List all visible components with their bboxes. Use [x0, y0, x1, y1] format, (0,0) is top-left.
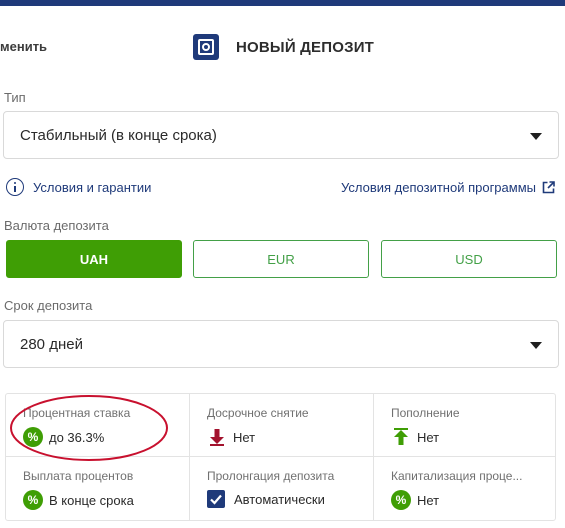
currency-button-usd[interactable]: USD	[381, 240, 557, 278]
detail-label: Досрочное снятие	[207, 406, 309, 420]
detail-label: Пролонгация депозита	[207, 469, 335, 483]
conditions-link[interactable]: Условия и гарантии	[6, 178, 151, 196]
deposit-details-grid: Процентная ставка % до 36.3% Досрочное с…	[5, 393, 556, 521]
term-select-value: 280 дней	[20, 336, 83, 353]
type-select[interactable]: Стабильный (в конце срока)	[3, 111, 559, 159]
detail-value: В конце срока	[49, 492, 134, 508]
external-link-icon	[542, 181, 555, 194]
program-link-label: Условия депозитной программы	[341, 180, 536, 195]
term-label: Срок депозита	[4, 298, 93, 313]
type-select-value: Стабильный (в конце срока)	[20, 127, 217, 144]
currency-button-eur[interactable]: EUR	[193, 240, 369, 278]
currency-button-uah[interactable]: UAH	[6, 240, 182, 278]
top-accent-bar	[0, 0, 565, 6]
links-row: Условия и гарантии Условия депозитной пр…	[0, 176, 565, 200]
arrow-up-icon	[394, 428, 408, 445]
page-title: НОВЫЙ ДЕПОЗИТ	[236, 38, 375, 56]
detail-interest-payout: Выплата процентов % В конце срока	[6, 457, 189, 520]
detail-label: Капитализация проце...	[391, 469, 523, 483]
detail-value: Автоматически	[234, 491, 325, 507]
detail-value: Нет	[417, 429, 440, 445]
detail-label: Выплата процентов	[23, 469, 134, 483]
detail-value: до 36.3%	[49, 429, 105, 445]
detail-interest-rate: Процентная ставка % до 36.3%	[6, 394, 189, 457]
detail-early-withdrawal: Досрочное снятие Нет	[190, 394, 373, 457]
percent-icon: %	[23, 427, 43, 447]
conditions-link-label: Условия и гарантии	[33, 179, 152, 195]
term-select[interactable]: 280 дней	[3, 320, 559, 368]
percent-icon: %	[391, 490, 411, 510]
check-icon	[207, 490, 225, 508]
type-label: Тип	[4, 90, 26, 105]
detail-replenishment: Пополнение Нет	[374, 394, 557, 457]
chevron-down-icon	[530, 133, 542, 140]
safe-icon	[193, 34, 219, 60]
detail-label: Пополнение	[391, 406, 460, 420]
back-link[interactable]: менить	[0, 39, 47, 54]
page-title-group: НОВЫЙ ДЕПОЗИТ	[193, 34, 374, 60]
program-link[interactable]: Условия депозитной программы	[341, 180, 555, 195]
arrow-down-icon	[210, 429, 224, 446]
detail-value: Нет	[233, 429, 256, 445]
detail-label: Процентная ставка	[23, 406, 131, 420]
chevron-down-icon	[530, 342, 542, 349]
detail-value: Нет	[417, 492, 440, 508]
percent-icon: %	[23, 490, 43, 510]
header: менить НОВЫЙ ДЕПОЗИТ	[0, 30, 565, 64]
currency-label: Валюта депозита	[4, 218, 109, 233]
detail-prolongation: Пролонгация депозита Автоматически	[190, 457, 373, 520]
info-icon	[6, 178, 24, 196]
currency-selector: UAH EUR USD	[6, 240, 557, 278]
detail-capitalization: Капитализация проце... % Нет	[374, 457, 557, 520]
